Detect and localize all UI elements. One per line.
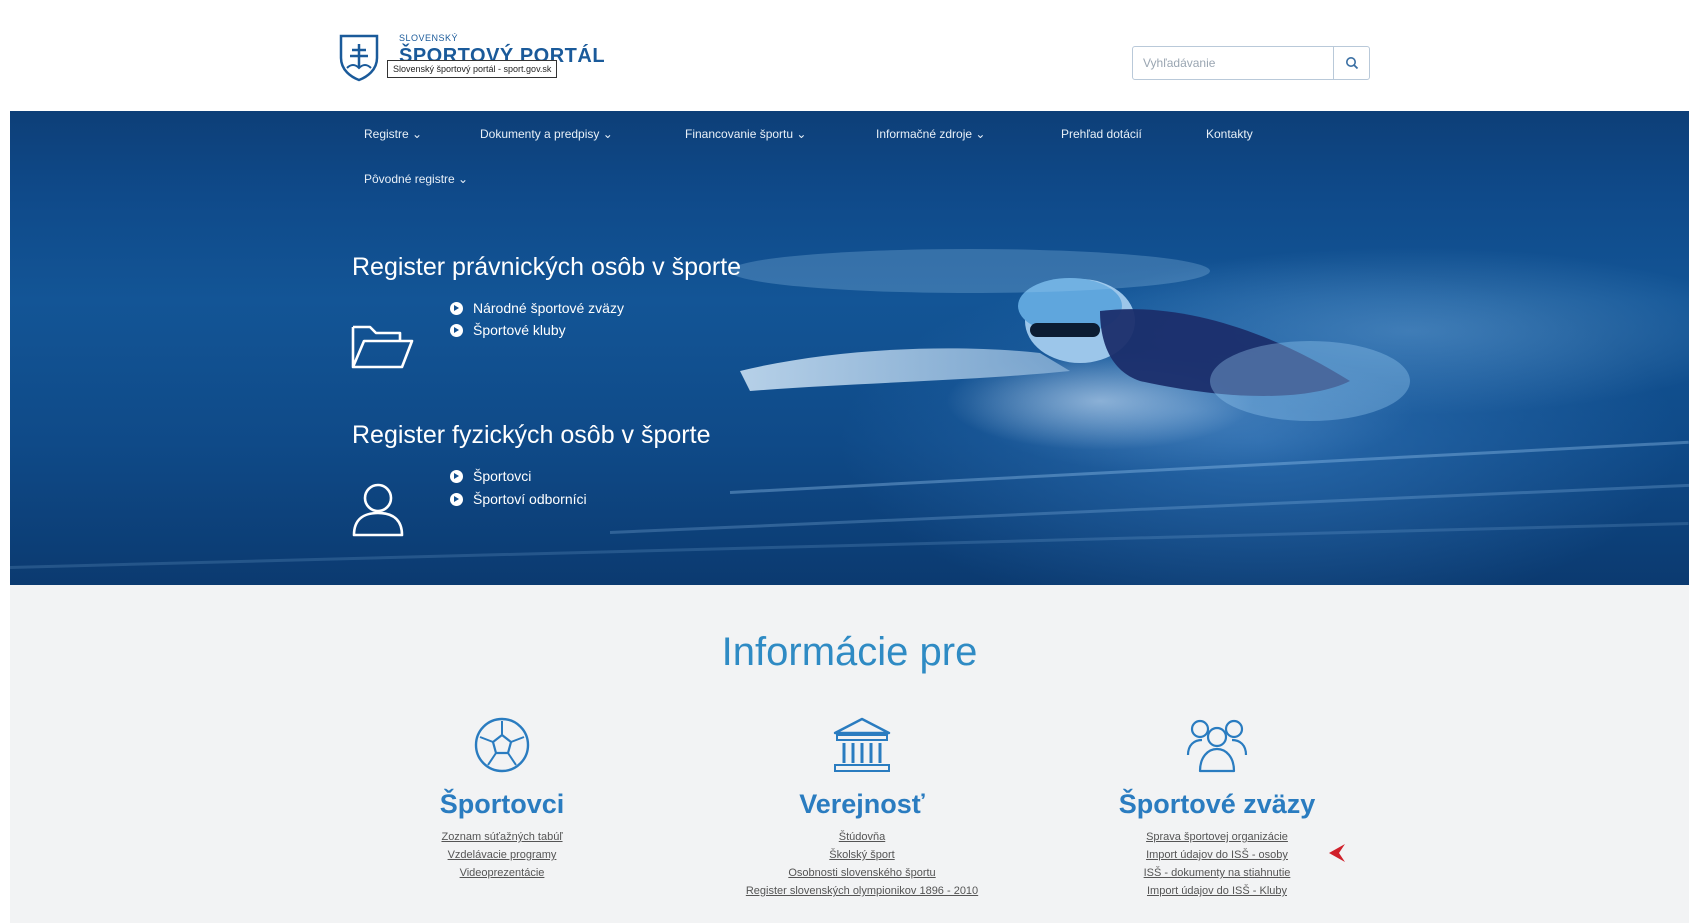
nav-item-financovanie[interactable]: Financovanie športu ⌄ <box>685 127 806 141</box>
nav-item-informacne-zdroje[interactable]: Informačné zdroje ⌄ <box>876 127 985 141</box>
column-title[interactable]: Športovci <box>342 789 662 820</box>
nav-item-povodne-registre[interactable]: Pôvodné registre ⌄ <box>364 172 468 186</box>
column-title[interactable]: Verejnosť <box>702 789 1022 820</box>
search-icon <box>1345 57 1358 70</box>
search-box <box>1132 46 1370 80</box>
search-input[interactable] <box>1133 47 1333 79</box>
info-link[interactable]: Osobnosti slovenského športu <box>702 864 1022 882</box>
link-label: Športoví odborníci <box>473 491 587 507</box>
link-sportovi-odbornici[interactable]: Športoví odborníci <box>450 491 587 507</box>
search-button[interactable] <box>1333 47 1369 79</box>
slovak-crest-icon <box>339 34 379 82</box>
column-links: Sprava športovej organizácie Import údaj… <box>1057 828 1377 900</box>
info-link[interactable]: Register slovenských olympionikov 1896 -… <box>702 882 1022 900</box>
column-title[interactable]: Športové zväzy <box>1057 789 1377 820</box>
folder-open-icon <box>351 325 414 369</box>
info-section: Informácie pre Športovci Zoznam súťažnýc… <box>10 585 1689 923</box>
site-header: SLOVENSKÝ ŠPORTOVÝ PORTÁL Slovenský špor… <box>0 0 1689 111</box>
pointer-arrow-icon <box>1329 844 1345 862</box>
soccer-ball-icon <box>474 717 530 773</box>
natural-register-title[interactable]: Register fyzických osôb v športe <box>352 421 710 450</box>
chevron-circle-icon <box>450 492 463 506</box>
group-icon <box>1186 719 1248 773</box>
link-label: Športové kluby <box>473 322 566 338</box>
link-label: Národné športové zväzy <box>473 300 624 316</box>
nav-item-dokumenty[interactable]: Dokumenty a predpisy ⌄ <box>480 127 613 141</box>
link-sportove-kluby[interactable]: Športové kluby <box>450 322 566 338</box>
info-link[interactable]: Vzdelávacie programy <box>342 846 662 864</box>
info-column-verejnost: Verejnosť Štúdovňa Školský šport Osobnos… <box>702 715 1022 900</box>
nav-item-prehlad-dotacii[interactable]: Prehľad dotácií <box>1061 127 1142 141</box>
info-link[interactable]: ISŠ - dokumenty na stiahnutie <box>1057 864 1377 882</box>
link-label: Športovci <box>473 468 532 484</box>
user-icon <box>352 483 404 537</box>
swimmer-image <box>730 249 1410 421</box>
info-link[interactable]: Import údajov do ISŠ - Kluby <box>1057 882 1377 900</box>
column-links: Štúdovňa Školský šport Osobnosti slovens… <box>702 828 1022 900</box>
site-logo[interactable]: SLOVENSKÝ ŠPORTOVÝ PORTÁL Slovenský špor… <box>337 30 617 86</box>
link-sportovci[interactable]: Športovci <box>450 468 531 484</box>
nav-item-kontakty[interactable]: Kontakty <box>1206 127 1253 141</box>
column-links: Zoznam súťažných tabúľ Vzdelávacie progr… <box>342 828 662 882</box>
info-link[interactable]: Štúdovňa <box>702 828 1022 846</box>
link-narodne-sportove-zvazy[interactable]: Národné športové zväzy <box>450 300 624 316</box>
nav-item-registre[interactable]: Registre ⌄ <box>364 127 422 141</box>
info-heading: Informácie pre <box>721 630 978 674</box>
info-link[interactable]: Zoznam súťažných tabúľ <box>342 828 662 846</box>
info-column-sportovci: Športovci Zoznam súťažných tabúľ Vzdeláv… <box>342 715 662 882</box>
info-link[interactable]: Videoprezentácie <box>342 864 662 882</box>
chevron-circle-icon <box>450 469 463 483</box>
main-nav: Registre ⌄ Dokumenty a predpisy ⌄ Financ… <box>10 111 1689 201</box>
hero-banner: Registre ⌄ Dokumenty a predpisy ⌄ Financ… <box>10 111 1689 585</box>
chevron-circle-icon <box>450 323 463 337</box>
institution-icon <box>833 717 891 772</box>
logo-small-text: SLOVENSKÝ <box>399 33 459 43</box>
chevron-circle-icon <box>450 301 463 315</box>
info-column-sportove-zvazy: Športové zväzy Sprava športovej organizá… <box>1057 715 1377 900</box>
logo-tooltip: Slovenský športový portál - sport.gov.sk <box>387 60 558 78</box>
legal-register-title[interactable]: Register právnických osôb v športe <box>352 253 741 282</box>
info-link[interactable]: Školský šport <box>702 846 1022 864</box>
